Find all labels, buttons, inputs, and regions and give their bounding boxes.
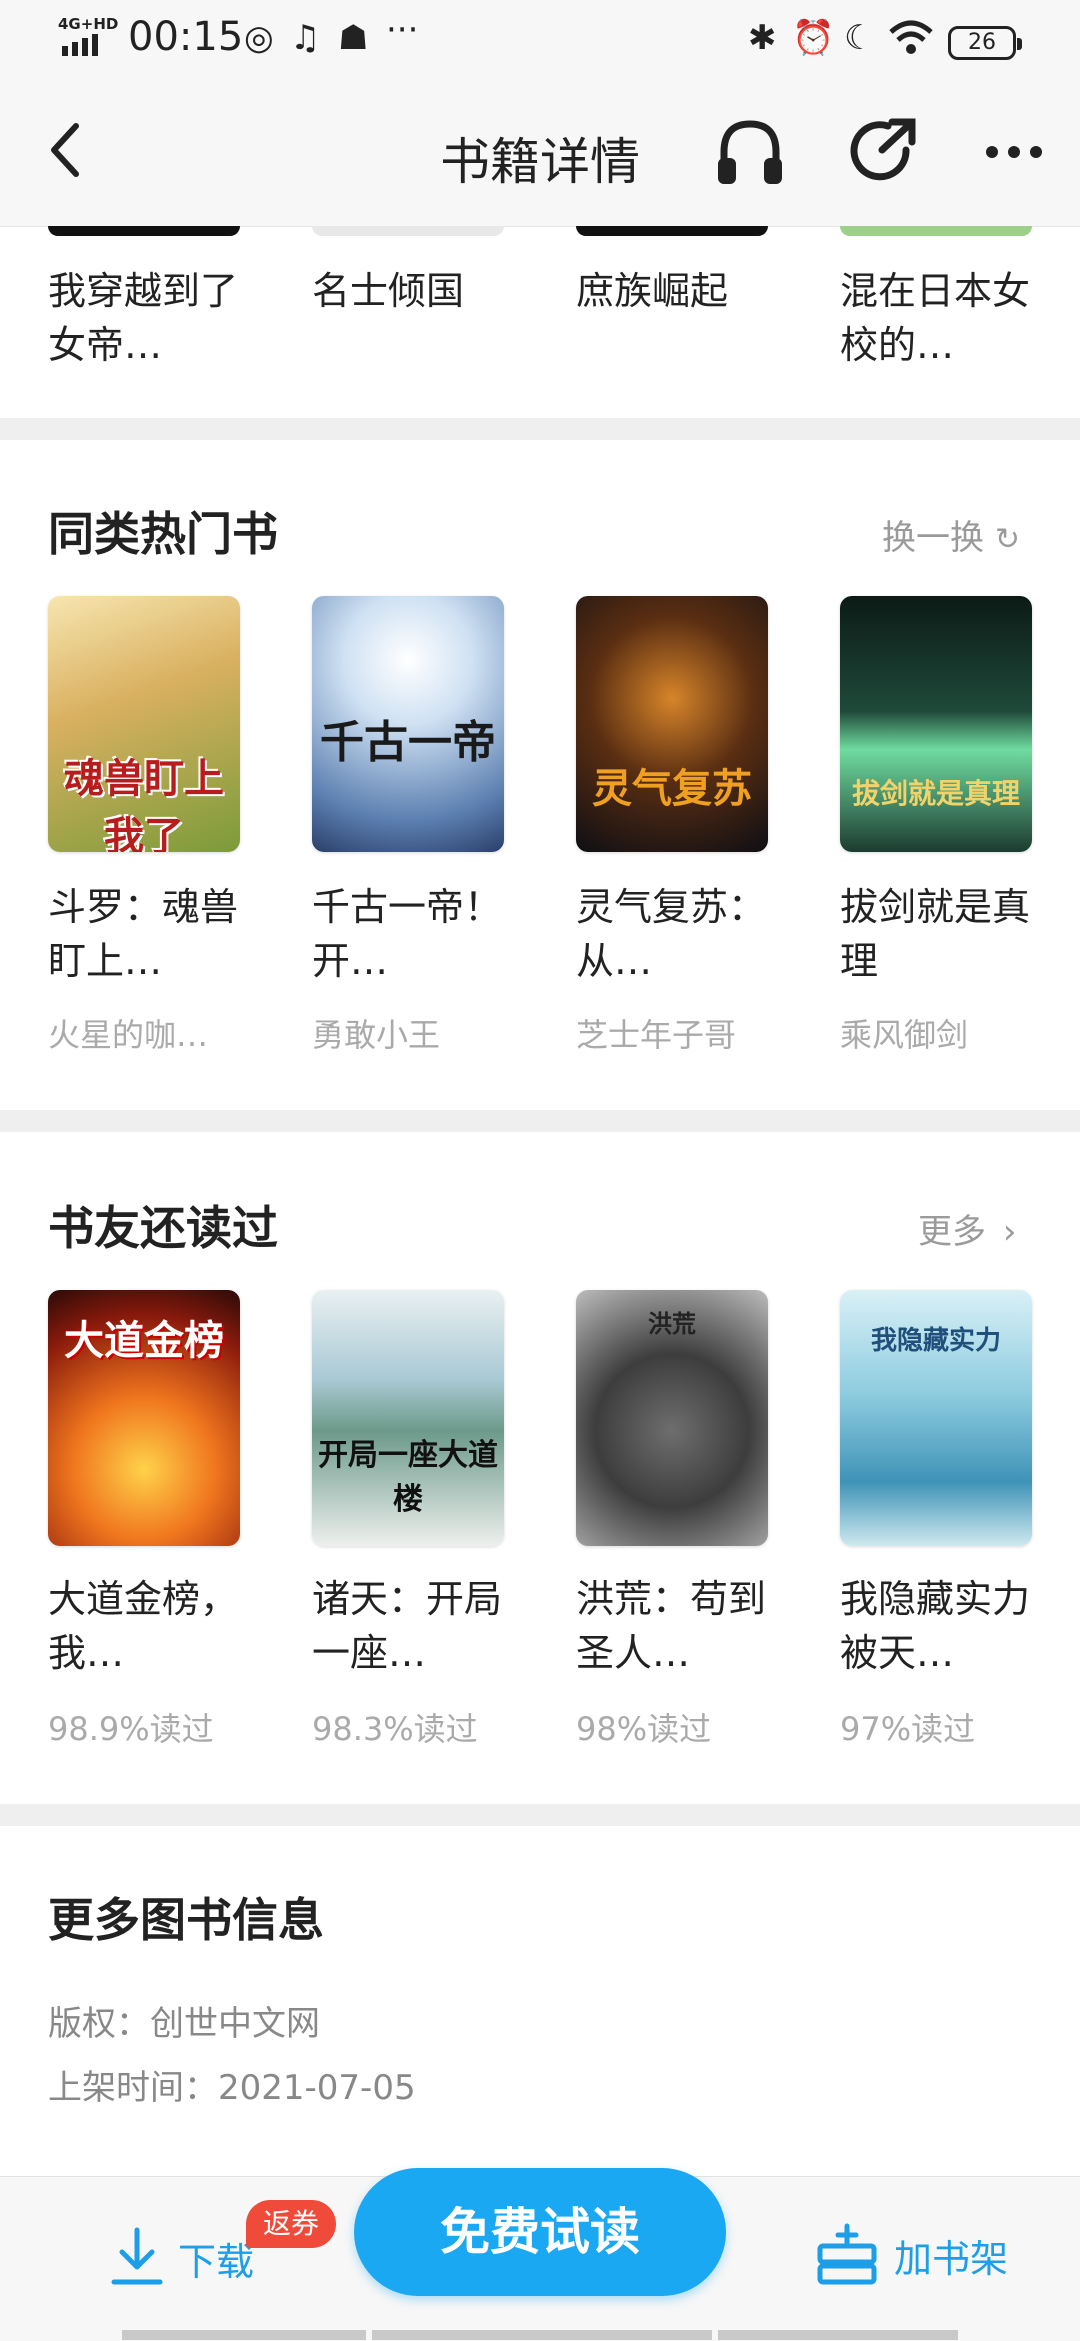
status-bar: 4G+HD 00:15 ◎ ♫ ☗ ··· ✱ ⏰ ☾ 26 [0, 0, 1080, 84]
book-title[interactable]: 洪荒：苟到圣人… [576, 1572, 776, 1680]
share-button[interactable] [848, 116, 918, 190]
more-notifications-icon: ··· [386, 10, 419, 50]
cover-title: 我隐藏实力 [870, 1326, 1001, 1356]
moon-icon: ☾ [844, 18, 875, 58]
refresh-label: 换一换 [882, 518, 984, 558]
more-dots-icon [986, 146, 1042, 158]
qq-icon: ☗ [338, 18, 369, 58]
download-button[interactable]: 下载 [110, 2226, 254, 2290]
book-cover[interactable] [312, 226, 504, 236]
book-cover[interactable] [48, 226, 240, 236]
cover-title: 千古一帝 [320, 717, 496, 768]
cover-title: 魂兽盯上我了 [64, 755, 224, 852]
more-link[interactable]: 更多 › [918, 1204, 1016, 1253]
read-rate: 98%读过 [576, 1710, 712, 1748]
similar-section-title: 同类热门书 [48, 507, 278, 561]
alarm-icon: ⏰ [792, 18, 835, 58]
battery-icon: 26 [948, 26, 1022, 60]
book-author: 乘风御剑 [840, 1016, 969, 1054]
book-title[interactable]: 名士倾国 [312, 264, 512, 318]
cover-title: 大道金榜 [64, 1317, 224, 1364]
book-title[interactable]: 诸天：开局一座… [312, 1572, 512, 1680]
book-cover[interactable] [840, 226, 1032, 236]
read-rate: 97%读过 [840, 1710, 976, 1748]
book-title[interactable]: 灵气复苏：从… [576, 880, 776, 988]
book-author: 芝士年子哥 [576, 1016, 737, 1054]
share-arrow-icon [850, 118, 916, 181]
book-cover[interactable]: 灵气复苏 [576, 596, 768, 852]
gesture-bar [122, 2330, 366, 2340]
read-rate: 98.3%读过 [312, 1710, 478, 1748]
book-title[interactable]: 千古一帝！开… [312, 880, 512, 988]
book-cover[interactable] [576, 226, 768, 236]
headphones-icon [718, 120, 782, 184]
book-title[interactable]: 我穿越到了女帝… [48, 264, 248, 372]
clock: 00:15 [128, 14, 244, 60]
more-link-label: 更多 [918, 1212, 986, 1252]
coupon-badge: 返券 [246, 2200, 336, 2248]
refresh-button[interactable]: 换一换 ↻ [882, 510, 1020, 559]
book-author: 火星的咖… [48, 1016, 209, 1054]
more-button[interactable] [984, 142, 1044, 166]
gesture-bar [718, 2330, 958, 2340]
cover-title: 洪荒 [648, 1309, 696, 1338]
refresh-icon: ↻ [994, 522, 1020, 557]
book-title[interactable]: 大道金榜，我… [48, 1572, 248, 1680]
download-icon [111, 2227, 163, 2285]
more-info-title: 更多图书信息 [48, 1893, 324, 1947]
book-title[interactable]: 混在日本女校的… [840, 264, 1040, 372]
network-label: 4G+HD [58, 15, 119, 33]
book-title[interactable]: 斗罗：魂兽盯上… [48, 880, 248, 988]
audio-button[interactable] [712, 114, 788, 194]
wifi-icon [888, 18, 934, 67]
add-shelf-icon [817, 2223, 877, 2285]
app-header: 书籍详情 [0, 84, 1080, 227]
copyright-info: 版权：创世中文网 [48, 2004, 320, 2044]
cover-title: 拔剑就是真理 [851, 777, 1020, 810]
book-cover[interactable]: 千古一帝 [312, 596, 504, 852]
download-label: 下载 [178, 2239, 255, 2284]
page-title: 书籍详情 [440, 133, 640, 191]
book-author: 勇敢小王 [312, 1016, 441, 1054]
book-cover[interactable]: 洪荒 [576, 1290, 768, 1546]
read-rate: 98.9%读过 [48, 1710, 214, 1748]
book-cover[interactable]: 拔剑就是真理 [840, 596, 1032, 852]
chevron-right-icon: › [1002, 1212, 1017, 1252]
also-read-section-title: 书友还读过 [48, 1201, 278, 1255]
music-icon: ♫ [290, 18, 321, 58]
bluetooth-icon: ✱ [748, 18, 777, 58]
section-divider [0, 1110, 1080, 1132]
cover-title: 开局一座大道楼 [318, 1438, 498, 1517]
free-trial-button[interactable]: 免费试读 [354, 2168, 726, 2296]
gesture-bar [372, 2330, 712, 2340]
section-divider [0, 418, 1080, 440]
book-title[interactable]: 我隐藏实力被天… [840, 1572, 1040, 1680]
cover-title: 灵气复苏 [592, 765, 752, 812]
book-cover[interactable]: 大道金榜 [48, 1290, 240, 1546]
add-to-shelf-button[interactable]: 加书架 [814, 2222, 1008, 2288]
app-notification-icon: ◎ [244, 18, 274, 58]
signal-icon [62, 34, 98, 56]
book-title[interactable]: 拔剑就是真理 [840, 880, 1040, 988]
book-cover[interactable]: 我隐藏实力 [840, 1290, 1032, 1546]
book-title[interactable]: 庶族崛起 [576, 264, 776, 318]
add-shelf-label: 加书架 [894, 2236, 1009, 2281]
book-cover[interactable]: 开局一座大道楼 [312, 1290, 504, 1546]
section-divider [0, 1804, 1080, 1826]
book-cover[interactable]: 魂兽盯上我了 [48, 596, 240, 852]
release-date-info: 上架时间：2021-07-05 [48, 2068, 416, 2108]
